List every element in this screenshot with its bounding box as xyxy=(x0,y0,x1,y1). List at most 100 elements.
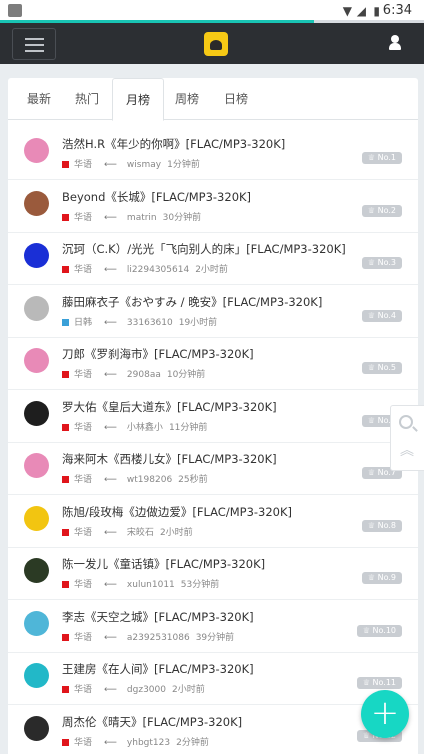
crown-icon: ♕ xyxy=(367,415,378,425)
item-title[interactable]: 刀郎《罗刹海市》[FLAC/MP3-320K] xyxy=(62,346,254,362)
item-uploader[interactable]: 宋皎石 xyxy=(127,528,154,538)
tab-hot[interactable]: 热门 xyxy=(70,78,104,120)
language-color-dot xyxy=(62,738,69,746)
item-meta: 华语 ⟵ 小林鑫小 11分钟前 xyxy=(62,420,207,433)
item-meta: 华语 ⟵ matrin 30分钟前 xyxy=(62,210,201,223)
status-bar: ▼ ◢ ▮ 6:34 xyxy=(0,0,424,22)
item-meta: 华语 ⟵ 宋皎石 2小时前 xyxy=(62,525,193,538)
crown-icon: ♕ xyxy=(367,573,378,582)
item-language[interactable]: 华语 xyxy=(74,475,92,485)
avatar[interactable] xyxy=(24,715,49,741)
item-uploader[interactable]: xulun1011 xyxy=(127,580,175,590)
item-language[interactable]: 华语 xyxy=(74,738,92,748)
item-language[interactable]: 华语 xyxy=(74,685,92,695)
crown-icon: ♕ xyxy=(367,153,378,162)
item-title[interactable]: Beyond《长城》[FLAC/MP3-320K] xyxy=(62,189,251,205)
list-item[interactable]: 陈旭/段玫梅《边做边爱》[FLAC/MP3-320K] 华语 ⟵ 宋皎石 2小时前 ♕ N… xyxy=(8,496,418,548)
item-language[interactable]: 华语 xyxy=(74,528,92,538)
item-uploader[interactable]: 33163610 xyxy=(127,318,173,328)
arrow-left-icon: ⟵ xyxy=(104,212,117,223)
item-language[interactable]: 华语 xyxy=(74,580,92,590)
item-uploader[interactable]: wt198206 xyxy=(127,475,172,485)
tab-weekly[interactable]: 周榜 xyxy=(170,78,204,120)
item-time: 19小时前 xyxy=(178,317,218,328)
wifi-icon: ▼ xyxy=(342,4,352,18)
item-meta: 华语 ⟵ wismay 1分钟前 xyxy=(62,157,200,170)
add-button[interactable]: + xyxy=(361,690,409,738)
ranking-tabs: 最新 热门 月榜 周榜 日榜 xyxy=(8,78,418,121)
avatar[interactable] xyxy=(24,663,49,688)
list-item[interactable]: 藤田麻衣子《おやすみ / 晚安》[FLAC/MP3-320K] 日韩 ⟵ 331636… xyxy=(8,286,418,338)
item-title[interactable]: 浩然H.R《年少的你啊》[FLAC/MP3-320K] xyxy=(62,136,285,152)
avatar[interactable] xyxy=(24,610,49,636)
item-uploader[interactable]: 小林鑫小 xyxy=(127,423,163,433)
list-item[interactable]: 浩然H.R《年少的你啊》[FLAC/MP3-320K] 华语 ⟵ wismay 1分钟前… xyxy=(8,128,418,180)
avatar[interactable] xyxy=(24,505,49,531)
tab-monthly[interactable]: 月榜 xyxy=(112,78,164,121)
item-uploader[interactable]: yhbgt123 xyxy=(127,738,170,748)
crown-icon: ♕ xyxy=(367,205,378,215)
arrow-left-icon: ⟵ xyxy=(104,527,117,538)
arrow-left-icon: ⟵ xyxy=(104,737,117,748)
item-title[interactable]: 陈旭/段玫梅《边做边爱》[FLAC/MP3-320K] xyxy=(62,504,292,520)
item-language[interactable]: 华语 xyxy=(74,265,92,275)
item-meta: 华语 ⟵ xulun1011 53分钟前 xyxy=(62,577,219,590)
item-title[interactable]: 藤田麻衣子《おやすみ / 晚安》[FLAC/MP3-320K] xyxy=(62,294,322,310)
user-icon[interactable] xyxy=(388,35,402,51)
side-tools: ︽ xyxy=(390,405,424,471)
item-title[interactable]: 李志《天空之城》[FLAC/MP3-320K] xyxy=(62,609,254,625)
avatar[interactable] xyxy=(24,190,49,216)
avatar[interactable] xyxy=(24,243,49,268)
avatar[interactable] xyxy=(24,453,49,478)
item-language[interactable]: 日韩 xyxy=(74,318,92,328)
search-icon[interactable] xyxy=(399,415,413,429)
back-to-top-icon[interactable]: ︽ xyxy=(400,444,414,458)
item-uploader[interactable]: matrin xyxy=(127,213,157,223)
item-title[interactable]: 陈一发儿《童话镇》[FLAC/MP3-320K] xyxy=(62,556,265,572)
avatar[interactable] xyxy=(24,295,49,321)
item-title[interactable]: 罗大佑《皇后大道东》[FLAC/MP3-320K] xyxy=(62,399,277,415)
rank-label: No.4 xyxy=(377,310,396,320)
avatar[interactable] xyxy=(24,558,49,583)
item-uploader[interactable]: 2908aa xyxy=(127,370,161,380)
item-title[interactable]: 海来阿木《西楼儿女》[FLAC/MP3-320K] xyxy=(62,451,277,467)
item-meta: 华语 ⟵ a2392531086 39分钟前 xyxy=(62,630,234,643)
list-item[interactable]: Beyond《长城》[FLAC/MP3-320K] 华语 ⟵ matrin 30分钟前 ♕… xyxy=(8,181,418,233)
crown-icon: ♕ xyxy=(362,625,373,635)
avatar[interactable] xyxy=(24,348,49,373)
site-logo[interactable] xyxy=(204,32,228,56)
item-language[interactable]: 华语 xyxy=(74,213,92,223)
rank-badge: ♕ No.10 xyxy=(356,624,402,637)
rank-badge: ♕ No.4 xyxy=(361,309,402,322)
list-item[interactable]: 周杰伦《晴天》[FLAC/MP3-320K]华语⟵yhbgt1232分钟前♕ N… xyxy=(8,706,418,754)
signal-icon: ◢ xyxy=(356,4,366,18)
menu-button[interactable] xyxy=(12,28,56,60)
list-item[interactable]: 刀郎《罗刹海市》[FLAC/MP3-320K] 华语 ⟵ 2908aa 10分钟前 ♕ N… xyxy=(8,338,418,390)
item-uploader[interactable]: li2294305614 xyxy=(127,265,189,275)
item-uploader[interactable]: wismay xyxy=(127,160,161,170)
tab-latest[interactable]: 最新 xyxy=(22,78,56,120)
list-item[interactable]: 沉珂（C.K）/光光「飞向别人的床」[FLAC/MP3-320K] 华语 ⟵ li22… xyxy=(8,233,418,285)
item-time: 2小时前 xyxy=(159,527,193,538)
item-uploader[interactable]: a2392531086 xyxy=(127,633,190,643)
language-color-dot xyxy=(62,213,69,221)
item-language[interactable]: 华语 xyxy=(74,633,92,643)
item-uploader[interactable]: dgz3000 xyxy=(127,685,166,695)
item-language[interactable]: 华语 xyxy=(74,423,92,433)
list-item[interactable]: 王建房《在人间》[FLAC/MP3-320K] 华语 ⟵ dgz3000 2小时前 ♕ N… xyxy=(8,653,418,705)
tab-daily[interactable]: 日榜 xyxy=(219,78,253,120)
list-item[interactable]: 陈一发儿《童话镇》[FLAC/MP3-320K] 华语 ⟵ xulun1011 53分钟… xyxy=(8,548,418,600)
avatar[interactable] xyxy=(24,400,49,426)
list-item[interactable]: 罗大佑《皇后大道东》[FLAC/MP3-320K] 华语 ⟵ 小林鑫小 11分钟前 ♕ N… xyxy=(8,391,418,443)
language-color-dot xyxy=(62,633,69,641)
list-item[interactable]: 李志《天空之城》[FLAC/MP3-320K] 华语 ⟵ a2392531086 39分… xyxy=(8,601,418,653)
list-item[interactable]: 海来阿木《西楼儿女》[FLAC/MP3-320K] 华语 ⟵ wt198206 25秒前… xyxy=(8,443,418,495)
item-language[interactable]: 华语 xyxy=(74,370,92,380)
item-title[interactable]: 沉珂（C.K）/光光「飞向别人的床」[FLAC/MP3-320K] xyxy=(62,241,346,257)
item-title[interactable]: 王建房《在人间》[FLAC/MP3-320K] xyxy=(62,661,254,677)
avatar[interactable] xyxy=(24,138,49,163)
item-title[interactable]: 周杰伦《晴天》[FLAC/MP3-320K] xyxy=(62,714,242,730)
language-color-dot xyxy=(62,161,69,168)
item-language[interactable]: 华语 xyxy=(74,160,92,170)
item-time: 11分钟前 xyxy=(168,422,208,433)
